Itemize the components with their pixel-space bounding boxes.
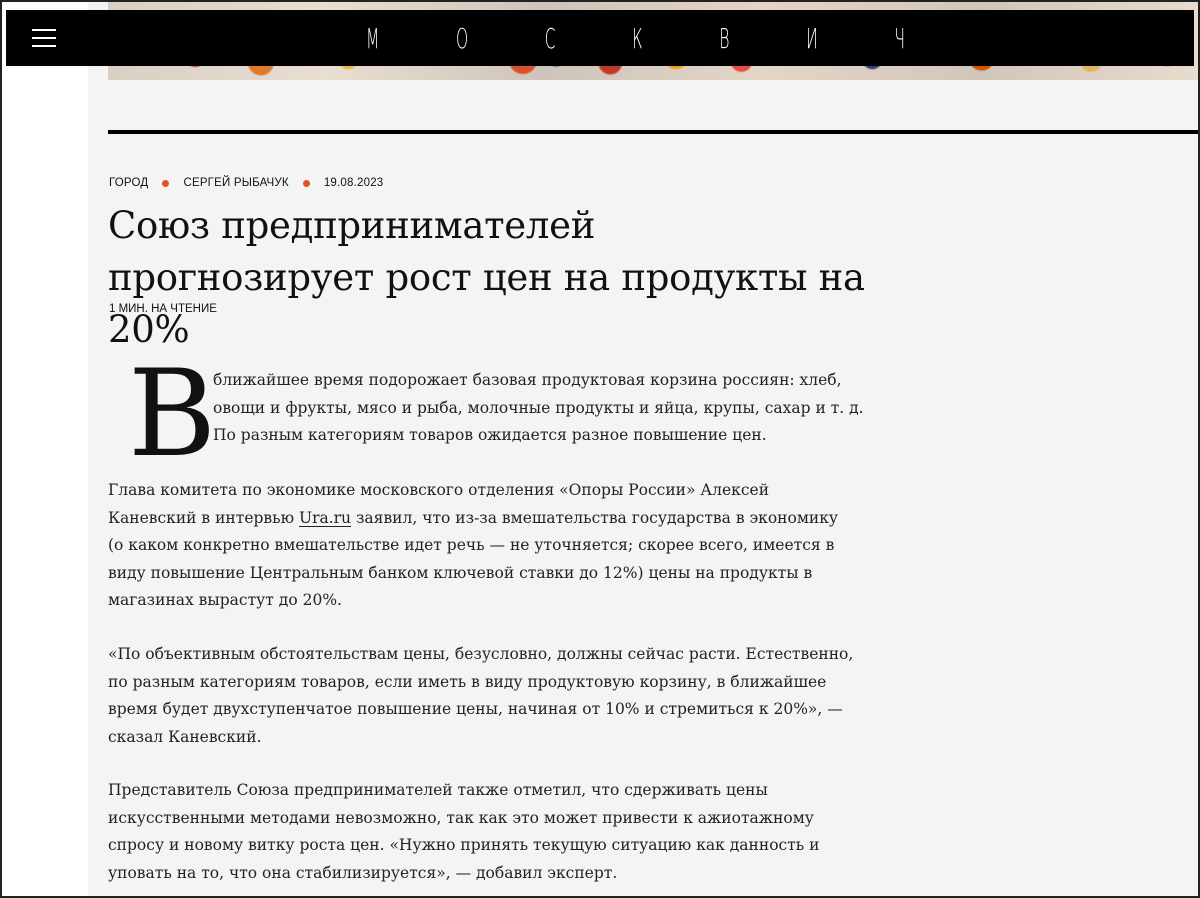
lead-paragraph: ближайшее время подорожает базовая проду… bbox=[213, 371, 864, 444]
site-logo[interactable]: МОСКВИЧ bbox=[366, 21, 905, 55]
article-page: ГОРОД СЕРГЕЙ РЫБАЧУК 19.08.2023 Союз пре… bbox=[88, 0, 1200, 898]
author-link[interactable]: СЕРГЕЙ РЫБАЧУК bbox=[183, 177, 288, 189]
logo-letter: И bbox=[806, 21, 818, 55]
separator-dot bbox=[162, 179, 170, 187]
article-title: Союз предпринимателей прогнозирует рост … bbox=[108, 204, 865, 351]
rubric-link[interactable]: ГОРОД bbox=[109, 177, 148, 189]
article-meta: ГОРОД СЕРГЕЙ РЫБАЧУК 19.08.2023 bbox=[109, 177, 383, 189]
article-date: 19.08.2023 bbox=[323, 177, 384, 189]
logo-letter: К bbox=[632, 21, 643, 55]
separator-dot bbox=[302, 179, 310, 187]
logo-letter: В bbox=[719, 21, 730, 55]
read-time: 1 МИН. НА ЧТЕНИЕ bbox=[109, 303, 217, 315]
logo-letter: Ч bbox=[894, 21, 905, 55]
paragraph-1: Глава комитета по экономике московского … bbox=[108, 477, 858, 615]
logo-letter: О bbox=[455, 21, 469, 55]
paragraph-2: «По объективным обстоятельствам цены, бе… bbox=[108, 645, 854, 746]
source-link[interactable]: Ura.ru bbox=[299, 509, 351, 527]
divider bbox=[108, 130, 1200, 134]
paragraph-3: Представитель Союза предпринимателей так… bbox=[108, 781, 820, 882]
logo-letter: М bbox=[366, 21, 380, 55]
hamburger-menu-icon[interactable] bbox=[32, 26, 56, 50]
logo-letter: С bbox=[544, 21, 556, 55]
top-navigation-bar: МОСКВИЧ bbox=[6, 10, 1194, 66]
drop-cap: В bbox=[128, 345, 217, 484]
